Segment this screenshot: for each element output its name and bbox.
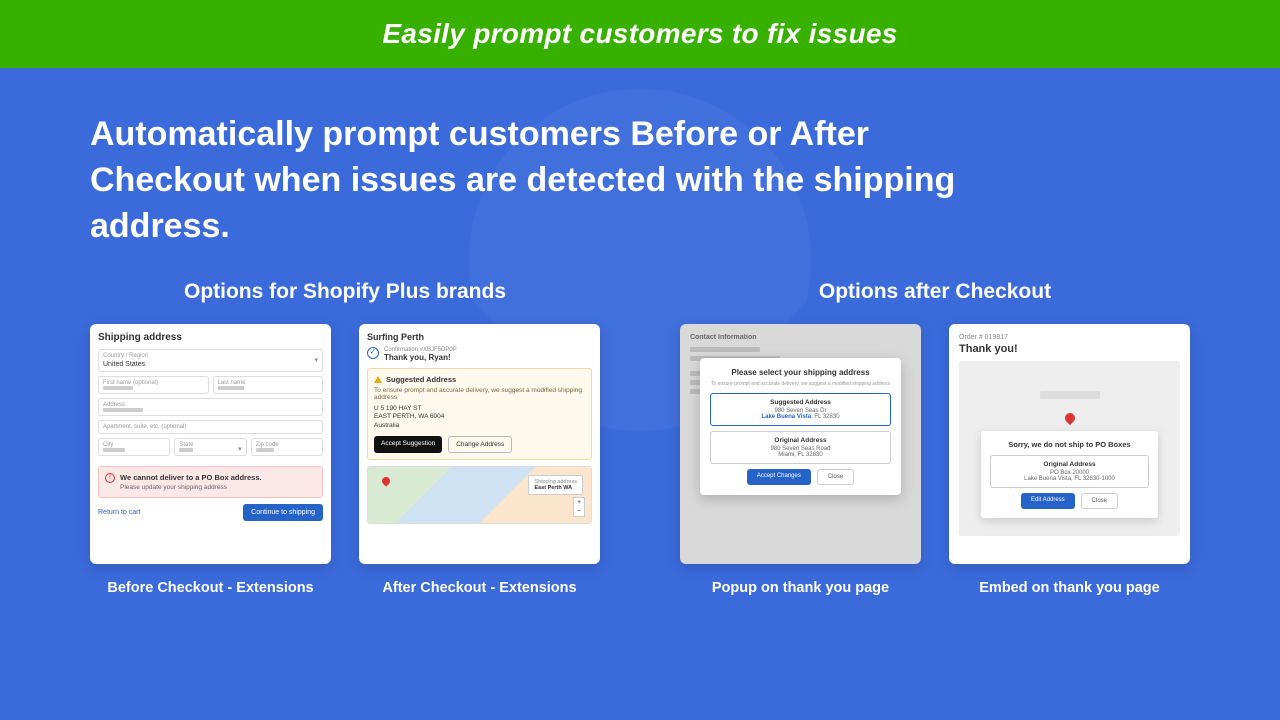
apt-field[interactable]: Apartment, suite, etc. (optional) bbox=[98, 420, 323, 434]
card-popup-thankyou: Contact Information Please select your s… bbox=[680, 324, 921, 564]
warning-title: Sorry, we do not ship to PO Boxes bbox=[990, 440, 1149, 449]
suggested-address-panel: Suggested Address To ensure prompt and a… bbox=[367, 368, 592, 460]
city-field[interactable]: City bbox=[98, 438, 170, 456]
group-shopify-plus: Options for Shopify Plus brands Shipping… bbox=[90, 280, 600, 596]
card2-caption: After Checkout - Extensions bbox=[359, 580, 600, 596]
close-button[interactable]: Close bbox=[1081, 493, 1118, 509]
group-a-title: Options for Shopify Plus brands bbox=[90, 280, 600, 304]
confirmation-number: Confirmation #XBJF5DP0P bbox=[384, 347, 457, 353]
change-address-button[interactable]: Change Address bbox=[448, 436, 512, 453]
suggested-address-option[interactable]: Suggested Address 980 Seven Seas Dr Lake… bbox=[710, 393, 891, 426]
zip-field[interactable]: Zip code bbox=[251, 438, 323, 456]
accept-changes-button[interactable]: Accept Changes bbox=[747, 469, 811, 485]
country-select[interactable]: Country / Region United States bbox=[98, 349, 323, 372]
warning-icon bbox=[374, 376, 382, 383]
address-field[interactable]: Address bbox=[98, 398, 323, 416]
shipping-heading: Shipping address bbox=[98, 332, 323, 343]
error-banner: ! We cannot deliver to a PO Box address.… bbox=[98, 466, 323, 498]
card1-caption: Before Checkout - Extensions bbox=[90, 580, 331, 596]
map-preview: Shipping address East Perth WA +− bbox=[367, 466, 592, 524]
card-before-checkout: Shipping address Country / Region United… bbox=[90, 324, 331, 564]
return-to-cart-link[interactable]: Return to cart bbox=[98, 509, 140, 516]
thank-you-text: Thank you, Ryan! bbox=[384, 353, 457, 362]
state-select[interactable]: State bbox=[174, 438, 246, 456]
group-after-checkout: Options after Checkout Contact Informati… bbox=[680, 280, 1190, 596]
check-icon bbox=[367, 347, 379, 359]
headline-text: Automatically prompt customers Before or… bbox=[0, 68, 1050, 280]
banner-title: Easily prompt customers to fix issues bbox=[0, 0, 1280, 68]
thank-you-heading: Thank you! bbox=[959, 343, 1180, 355]
brand-name: Surfing Perth bbox=[367, 332, 592, 342]
card4-caption: Embed on thank you page bbox=[949, 580, 1190, 596]
last-name-field[interactable]: Last name bbox=[213, 376, 324, 394]
order-number: Order # 019817 bbox=[959, 334, 1180, 341]
card-embed-thankyou: Order # 019817 Thank you! Sorry, we do n… bbox=[949, 324, 1190, 564]
address-select-modal: Please select your shipping address To e… bbox=[700, 358, 901, 495]
original-address-box: Original Address PO Box 20000 Lake Buena… bbox=[990, 455, 1149, 488]
card3-caption: Popup on thank you page bbox=[680, 580, 921, 596]
map-zoom-control[interactable]: +− bbox=[573, 497, 585, 517]
card-after-checkout-ext: Surfing Perth Confirmation #XBJF5DP0P Th… bbox=[359, 324, 600, 564]
contact-info-heading: Contact Information bbox=[690, 334, 911, 341]
original-address-option[interactable]: Original Address 980 Seven Seas Road Mia… bbox=[710, 431, 891, 464]
po-box-warning-panel: Sorry, we do not ship to PO Boxes Origin… bbox=[981, 431, 1158, 518]
error-icon: ! bbox=[105, 473, 115, 483]
map-pin-icon bbox=[380, 475, 391, 486]
modal-title: Please select your shipping address bbox=[710, 368, 891, 377]
first-name-field[interactable]: First name (optional) bbox=[98, 376, 209, 394]
accept-suggestion-button[interactable]: Accept Suggestion bbox=[374, 436, 442, 453]
group-b-title: Options after Checkout bbox=[680, 280, 1190, 304]
continue-shipping-button[interactable]: Continue to shipping bbox=[243, 504, 323, 521]
edit-address-button[interactable]: Edit Address bbox=[1021, 493, 1075, 509]
close-button[interactable]: Close bbox=[817, 469, 854, 485]
